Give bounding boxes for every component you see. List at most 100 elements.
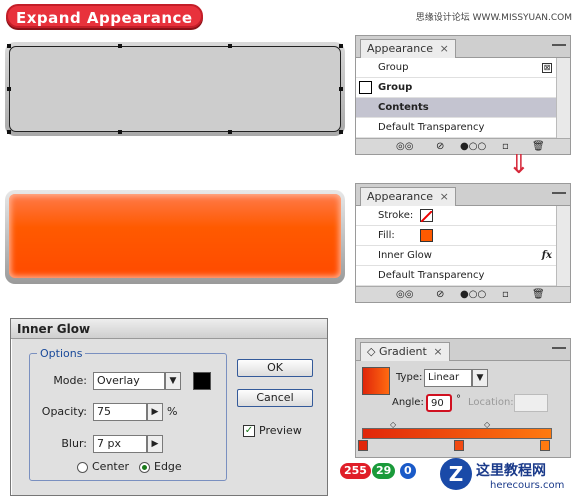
anchor-point[interactable] xyxy=(7,130,11,134)
row-contents[interactable]: Contents xyxy=(356,98,570,118)
row-label: Contents xyxy=(378,102,429,113)
reduce-icon[interactable]: ●○○ xyxy=(460,141,486,152)
edge-label: Edge xyxy=(154,460,182,473)
cancel-button[interactable]: Cancel xyxy=(237,389,313,407)
anchor-point[interactable] xyxy=(7,87,11,91)
row-label: Stroke: xyxy=(378,210,414,221)
center-radio[interactable] xyxy=(77,462,88,473)
fill-swatch[interactable] xyxy=(420,229,433,242)
fx-icon[interactable]: fx xyxy=(542,246,552,266)
blur-slider-arrow[interactable]: ▶ xyxy=(147,435,163,453)
appearance-panel-2: Appearance × Stroke: Fill: Inner Glow fx… xyxy=(355,183,571,303)
anchor-point[interactable] xyxy=(7,44,11,48)
grid-icon: ⊠ xyxy=(542,63,552,73)
watermark: 思缘设计论坛 WWW.MISSYUAN.COM xyxy=(415,13,572,23)
anchor-point[interactable] xyxy=(118,130,122,134)
tab-label: Appearance xyxy=(367,42,434,55)
color-stop-middle[interactable] xyxy=(454,440,464,451)
preview-label: Preview xyxy=(259,424,302,437)
add-stroke-icon[interactable]: ◎◎ xyxy=(396,141,413,152)
scrollbar[interactable] xyxy=(556,58,570,138)
red-value-badge: 255 xyxy=(340,463,371,479)
blur-input[interactable]: 7 px xyxy=(93,435,147,453)
opacity-input[interactable]: 75 xyxy=(93,403,147,421)
row-label: Group xyxy=(378,62,409,73)
row-inner-glow[interactable]: Inner Glow fx xyxy=(356,246,570,266)
inner-glow-dialog: Inner Glow Options Mode: Overlay ▼ Opaci… xyxy=(10,318,328,496)
anchor-point[interactable] xyxy=(228,130,232,134)
row-default-transparency[interactable]: Default Transparency xyxy=(356,266,570,286)
tab-gradient[interactable]: ◇ Gradient × xyxy=(360,342,450,361)
blur-label: Blur: xyxy=(61,437,87,450)
row-label: Group xyxy=(378,82,413,93)
anchor-point[interactable] xyxy=(228,44,232,48)
midpoint-diamond-icon[interactable]: ◇ xyxy=(390,420,396,429)
tab-label: Appearance xyxy=(367,190,434,203)
anchor-point[interactable] xyxy=(339,130,343,134)
anchor-point[interactable] xyxy=(339,44,343,48)
angle-input[interactable]: 90 xyxy=(426,394,452,412)
opacity-slider-arrow[interactable]: ▶ xyxy=(147,403,163,421)
location-input[interactable] xyxy=(514,394,548,412)
panel-menu-icon[interactable] xyxy=(552,347,566,355)
tab-appearance[interactable]: Appearance × xyxy=(360,187,456,206)
panel-toolbar: ◎◎ ⊘ ●○○ ▫ 🗑 xyxy=(356,286,570,302)
z-logo-icon: Z xyxy=(440,458,472,490)
opacity-label: Opacity: xyxy=(41,405,87,418)
orange-fill xyxy=(9,194,341,278)
type-select[interactable]: Linear xyxy=(424,369,472,387)
panel-tabbar: Appearance × xyxy=(356,36,570,58)
close-icon[interactable]: × xyxy=(440,190,449,203)
tab-appearance[interactable]: Appearance × xyxy=(360,39,456,58)
logo-url: herecours.com xyxy=(490,480,565,491)
gradient-preview-swatch[interactable] xyxy=(362,367,390,395)
add-stroke-icon[interactable]: ◎◎ xyxy=(396,289,413,300)
panel-tabbar: Appearance × xyxy=(356,184,570,206)
options-group-title: Options xyxy=(37,347,86,360)
close-icon[interactable]: × xyxy=(440,42,449,55)
row-label: Inner Glow xyxy=(378,250,432,261)
row-fill[interactable]: Fill: xyxy=(356,226,570,246)
scrollbar[interactable] xyxy=(556,206,570,286)
row-label: Default Transparency xyxy=(378,122,485,133)
blue-value-badge: 0 xyxy=(400,463,416,479)
row-label: Default Transparency xyxy=(378,270,485,281)
edge-radio[interactable] xyxy=(139,462,150,473)
mode-select[interactable]: Overlay xyxy=(93,372,165,390)
row-group-2[interactable]: Group xyxy=(356,78,570,98)
tab-label: Gradient xyxy=(378,345,427,358)
panel-menu-icon[interactable] xyxy=(552,44,566,52)
preview-checkbox[interactable]: ✓ xyxy=(243,425,255,437)
duplicate-icon[interactable]: ▫ xyxy=(502,289,509,300)
row-group-1[interactable]: Group ⊠ xyxy=(356,58,570,78)
clear-icon[interactable]: ⊘ xyxy=(436,141,444,152)
center-label: Center xyxy=(92,460,130,473)
midpoint-diamond-icon[interactable]: ◇ xyxy=(484,420,490,429)
gradient-ramp[interactable] xyxy=(362,428,552,439)
panel-toolbar: ◎◎ ⊘ ●○○ ▫ 🗑 xyxy=(356,138,570,154)
ok-button[interactable]: OK xyxy=(237,359,313,377)
chevron-down-icon[interactable]: ▼ xyxy=(165,372,181,390)
degree-unit: ° xyxy=(456,394,461,405)
panel-menu-icon[interactable] xyxy=(552,192,566,200)
chevron-down-icon[interactable]: ▼ xyxy=(472,369,488,387)
orange-rounded-rectangle[interactable] xyxy=(5,190,345,284)
arrow-down-icon: ⇓ xyxy=(508,150,530,180)
row-default-transparency[interactable]: Default Transparency xyxy=(356,118,570,138)
color-stop-left[interactable] xyxy=(358,440,368,451)
selected-path[interactable] xyxy=(7,44,343,134)
close-icon[interactable]: × xyxy=(433,345,442,358)
expand-appearance-title: Expand Appearance xyxy=(6,4,203,28)
trash-icon[interactable]: 🗑 xyxy=(532,141,545,152)
green-value-badge: 29 xyxy=(372,463,396,479)
anchor-point[interactable] xyxy=(339,87,343,91)
reduce-icon[interactable]: ●○○ xyxy=(460,289,486,300)
trash-icon[interactable]: 🗑 xyxy=(532,289,545,300)
row-stroke[interactable]: Stroke: xyxy=(356,206,570,226)
stroke-none-swatch[interactable] xyxy=(420,209,433,223)
color-stop-right[interactable] xyxy=(540,440,550,451)
glow-color-swatch[interactable] xyxy=(193,372,211,390)
anchor-point[interactable] xyxy=(118,44,122,48)
gray-rounded-rectangle[interactable] xyxy=(5,42,345,136)
clear-icon[interactable]: ⊘ xyxy=(436,289,444,300)
